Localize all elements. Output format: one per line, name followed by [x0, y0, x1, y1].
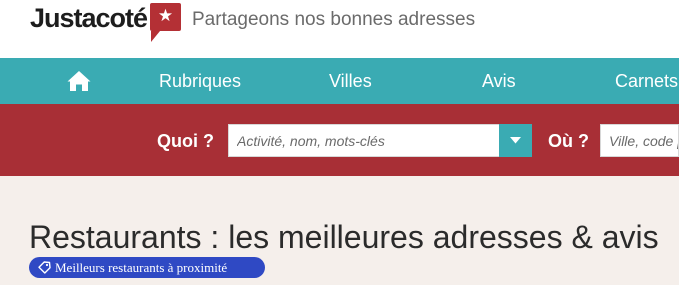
tag-icon	[38, 261, 51, 274]
main-nav: Rubriques Villes Avis Carnets	[0, 58, 679, 104]
ou-label: Où ?	[548, 131, 589, 151]
page-title: Restaurants : les meilleures adresses & …	[29, 219, 659, 255]
quoi-label: Quoi ?	[157, 131, 214, 151]
search-bar: Quoi ? Où ?	[0, 104, 679, 176]
site-logo[interactable]: Justacoté	[30, 3, 148, 34]
chevron-down-icon	[510, 137, 521, 144]
quoi-input[interactable]	[228, 124, 500, 157]
logo-badge[interactable]: ★	[150, 3, 181, 42]
site-header: Justacoté ★ Partageons nos bonnes adress…	[0, 0, 679, 58]
nav-item-rubriques[interactable]: Rubriques	[159, 71, 241, 92]
ou-input[interactable]	[600, 124, 679, 157]
nav-item-carnets[interactable]: Carnets	[615, 71, 678, 92]
star-icon: ★	[157, 6, 174, 26]
tag-label: Meilleurs restaurants à proximité	[55, 260, 228, 275]
quoi-dropdown-button[interactable]	[499, 124, 532, 157]
nav-item-villes[interactable]: Villes	[329, 71, 372, 92]
nav-home-link[interactable]	[66, 69, 92, 93]
nav-item-avis[interactable]: Avis	[482, 71, 516, 92]
site-tagline: Partageons nos bonnes adresses	[192, 9, 476, 30]
home-icon	[67, 71, 91, 91]
nearby-restaurants-tag[interactable]: Meilleurs restaurants à proximité	[29, 257, 265, 278]
